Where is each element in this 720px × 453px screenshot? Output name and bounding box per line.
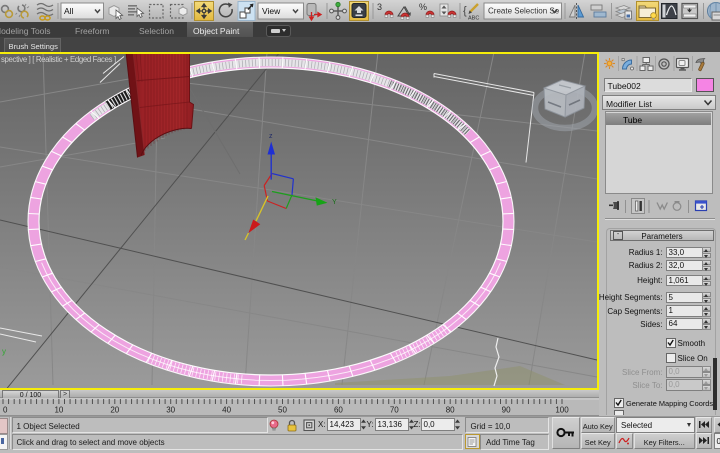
svg-text:20: 20 xyxy=(110,406,119,415)
svg-text:Create Selection Se: Create Selection Se xyxy=(488,7,560,16)
svg-text:70: 70 xyxy=(390,406,399,415)
svg-text:10: 10 xyxy=(54,406,63,415)
svg-text:Y: Y xyxy=(332,199,337,206)
svg-text:40: 40 xyxy=(222,406,231,415)
svg-text:30: 30 xyxy=(166,406,175,415)
svg-text:All: All xyxy=(64,6,74,16)
svg-text:{: { xyxy=(463,5,467,17)
svg-text:90: 90 xyxy=(502,406,511,415)
svg-text:%: % xyxy=(419,2,427,12)
svg-text:100: 100 xyxy=(555,406,569,415)
svg-text:z: z xyxy=(269,133,273,140)
svg-text:0: 0 xyxy=(3,406,8,415)
svg-text:y: y xyxy=(2,347,6,356)
svg-text:3: 3 xyxy=(377,2,382,12)
svg-text:View: View xyxy=(262,6,281,16)
svg-text:ABC: ABC xyxy=(468,16,479,22)
svg-text:80: 80 xyxy=(446,406,455,415)
svg-text:spective ] [ Realistic + Edged: spective ] [ Realistic + Edged Faces ] xyxy=(1,55,116,64)
svg-text:60: 60 xyxy=(334,406,343,415)
svg-text:50: 50 xyxy=(278,406,287,415)
